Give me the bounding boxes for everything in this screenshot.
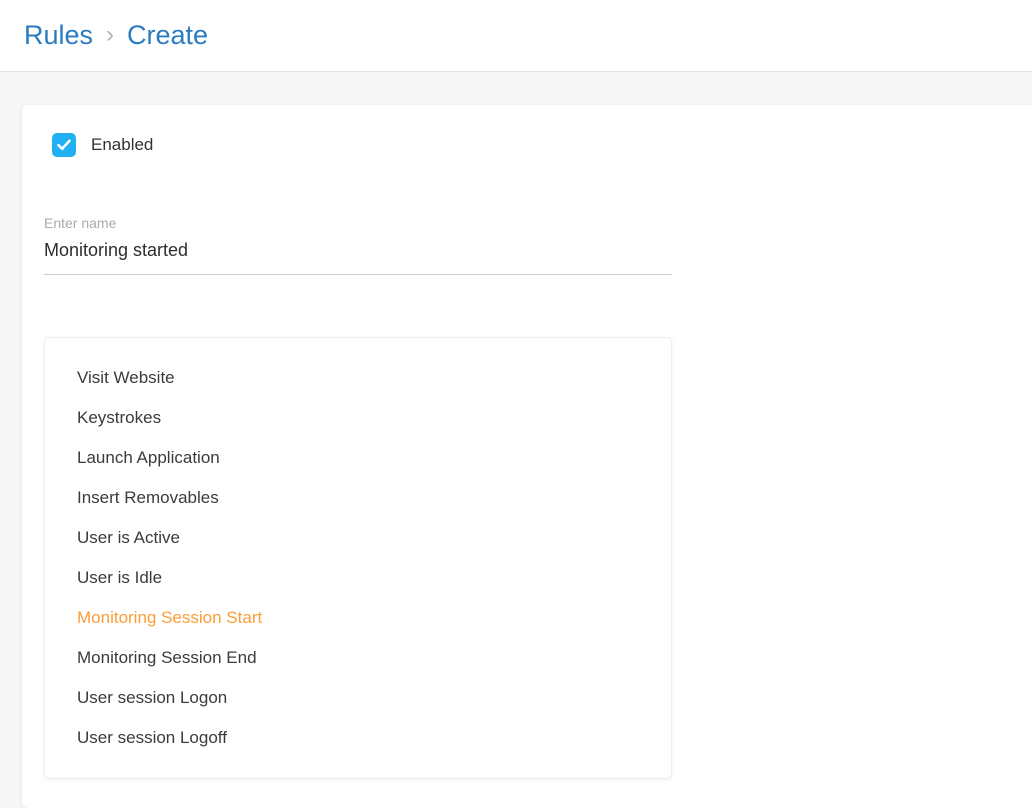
breadcrumb-create-link[interactable]: Create bbox=[127, 20, 208, 51]
trigger-list-item[interactable]: User session Logon bbox=[45, 678, 671, 718]
enabled-checkbox-label: Enabled bbox=[91, 135, 153, 155]
trigger-list-item[interactable]: Visit Website bbox=[45, 358, 671, 398]
trigger-list-item[interactable]: Monitoring Session End bbox=[45, 638, 671, 678]
breadcrumb: Rules › Create bbox=[24, 20, 208, 51]
rule-form-card: Enabled Enter name Visit Website Keystro… bbox=[22, 105, 1032, 808]
trigger-list-item[interactable]: Launch Application bbox=[45, 438, 671, 478]
check-icon bbox=[57, 139, 71, 151]
trigger-list: Visit Website Keystrokes Launch Applicat… bbox=[44, 337, 672, 779]
page-header: Rules › Create bbox=[0, 0, 1032, 72]
trigger-item-label: User is Idle bbox=[77, 568, 162, 587]
breadcrumb-rules-link[interactable]: Rules bbox=[24, 20, 93, 51]
trigger-list-item[interactable]: Insert Removables bbox=[45, 478, 671, 518]
rule-name-input[interactable] bbox=[44, 240, 672, 275]
trigger-item-label: Monitoring Session Start bbox=[77, 608, 262, 627]
trigger-list-item[interactable]: Monitoring Session Start bbox=[45, 598, 671, 638]
trigger-item-label: User is Active bbox=[77, 528, 180, 547]
trigger-list-item[interactable]: User is Idle bbox=[45, 558, 671, 598]
chevron-right-icon: › bbox=[106, 21, 114, 49]
rule-name-field-group: Enter name bbox=[44, 215, 672, 275]
trigger-item-label: User session Logoff bbox=[77, 728, 227, 747]
enabled-checkbox[interactable] bbox=[52, 133, 76, 157]
trigger-item-label: User session Logon bbox=[77, 688, 227, 707]
rule-name-label: Enter name bbox=[44, 215, 672, 231]
enabled-checkbox-row[interactable]: Enabled bbox=[52, 133, 153, 157]
trigger-item-label: Monitoring Session End bbox=[77, 648, 257, 667]
trigger-list-item[interactable]: User session Logoff bbox=[45, 718, 671, 758]
trigger-list-item[interactable]: User is Active bbox=[45, 518, 671, 558]
trigger-item-label: Launch Application bbox=[77, 448, 220, 467]
trigger-item-label: Insert Removables bbox=[77, 488, 219, 507]
trigger-item-label: Visit Website bbox=[77, 368, 175, 387]
trigger-list-item[interactable]: Keystrokes bbox=[45, 398, 671, 438]
trigger-item-label: Keystrokes bbox=[77, 408, 161, 427]
